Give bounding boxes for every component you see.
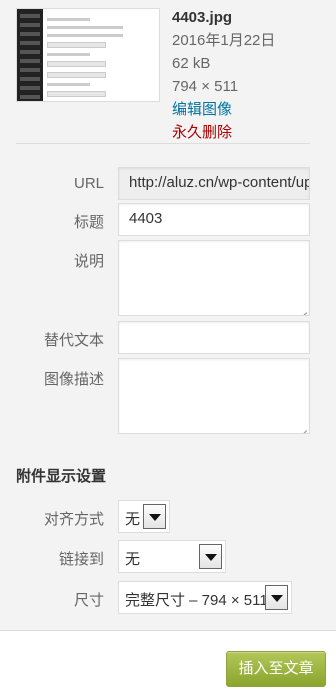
chevron-down-icon (265, 585, 288, 610)
thumbnail-settings-pane (47, 13, 155, 97)
size-select[interactable]: 完整尺寸 – 794 × 511 (118, 581, 292, 614)
chevron-down-icon (199, 544, 222, 569)
display-settings-heading: 附件显示设置 (16, 468, 107, 485)
thumbnail-admin-menu (17, 9, 43, 101)
alignment-label: 对齐方式 (43, 511, 104, 528)
alignment-select[interactable]: 无 (118, 500, 170, 533)
attachment-filename: 4403.jpg (172, 9, 233, 26)
resize-handle-icon[interactable] (299, 305, 307, 313)
caption-field[interactable] (118, 240, 310, 316)
description-field[interactable] (118, 358, 310, 434)
link-to-value: 无 (125, 551, 141, 568)
alt-text-label: 替代文本 (43, 332, 104, 349)
edit-image-link[interactable]: 编辑图像 (172, 98, 275, 121)
attachment-dimensions: 794 × 511 (172, 78, 239, 95)
alt-text-field[interactable] (118, 321, 310, 354)
description-label: 图像描述 (43, 371, 104, 388)
link-to-label: 链接到 (58, 551, 104, 568)
attachment-filesize: 62 kB (172, 55, 211, 72)
link-to-select[interactable]: 无 (118, 540, 226, 573)
url-label: URL (73, 175, 104, 192)
insert-into-post-button[interactable]: 插入至文章 (226, 651, 326, 687)
attachment-thumbnail (16, 8, 160, 102)
attachment-details-sidebar: 4403.jpg 2016年1月22日 62 kB 794 × 511 编辑图像… (0, 0, 336, 630)
url-field[interactable]: http://aluz.cn/wp-content/uploads/2016/0… (118, 167, 310, 200)
title-field[interactable]: 4403 (118, 203, 310, 236)
chevron-down-icon (143, 504, 166, 529)
resize-handle-icon[interactable] (299, 423, 307, 431)
delete-permanently-link[interactable]: 永久删除 (172, 121, 275, 144)
attachment-info: 4403.jpg 2016年1月22日 62 kB 794 × 511 编辑图像… (172, 6, 275, 144)
caption-label: 说明 (73, 253, 104, 270)
media-toolbar: 插入至文章 (0, 630, 336, 697)
title-label: 标题 (73, 214, 104, 231)
divider (16, 143, 310, 144)
size-label: 尺寸 (73, 592, 104, 609)
attachment-date: 2016年1月22日 (172, 32, 276, 49)
alignment-value: 无 (125, 511, 141, 528)
size-value: 完整尺寸 – 794 × 511 (125, 592, 268, 609)
